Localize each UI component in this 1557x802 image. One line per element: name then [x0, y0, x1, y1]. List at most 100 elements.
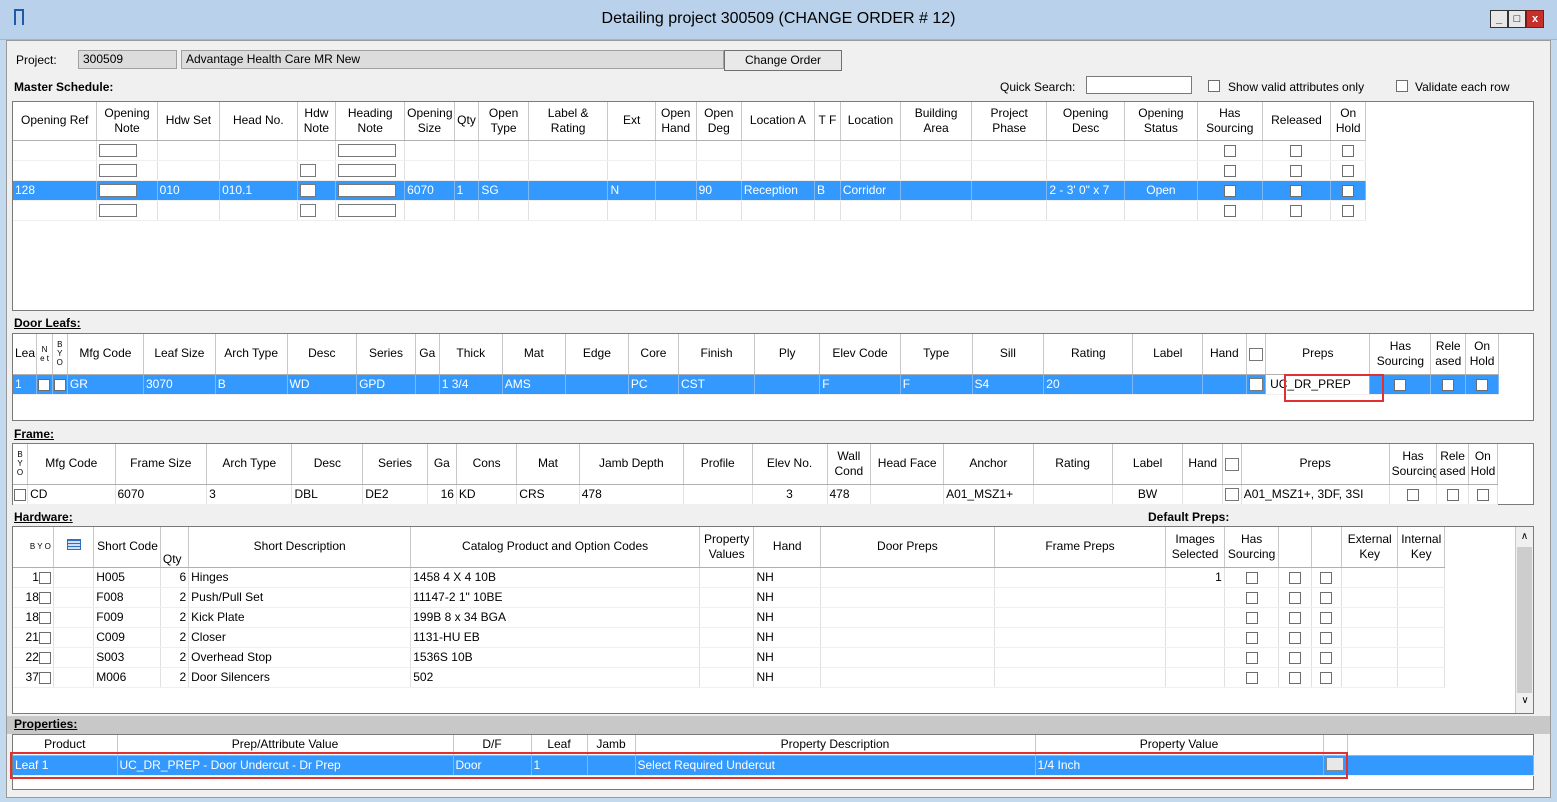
- col-head-face[interactable]: Head Face: [870, 444, 945, 485]
- col-location-a[interactable]: Location A: [741, 102, 816, 141]
- cell-qty[interactable]: 2: [160, 647, 190, 668]
- net-checkbox[interactable]: [38, 378, 51, 391]
- col-sill[interactable]: Sill: [972, 334, 1045, 375]
- col-on-hold[interactable]: On Hold: [1465, 334, 1499, 375]
- cell-catalog[interactable]: 11147-2 1" 10BE: [410, 587, 700, 608]
- cell-tf[interactable]: B: [814, 180, 841, 201]
- cell-qty[interactable]: 2: [160, 607, 190, 628]
- note-icon[interactable]: [1225, 488, 1240, 502]
- col-check-a[interactable]: [1278, 527, 1312, 568]
- on-hold-checkbox[interactable]: [1476, 488, 1489, 501]
- hardware-row[interactable]: 18 F009 2 Kick Plate 199B 8 x 34 BGA NH: [13, 607, 1445, 628]
- col-lea[interactable]: Lea: [13, 334, 38, 375]
- has-sourcing-checkbox[interactable]: [1223, 204, 1236, 217]
- cell-status[interactable]: Open: [1124, 180, 1199, 201]
- has-sourcing-checkbox[interactable]: [1223, 184, 1236, 197]
- cell-description[interactable]: Door Silencers: [188, 667, 412, 688]
- checkbox[interactable]: [1289, 671, 1301, 684]
- cell-lea[interactable]: 1: [13, 374, 38, 395]
- validate-row-checkbox[interactable]: [1396, 80, 1408, 92]
- project-name-field[interactable]: Advantage Health Care MR New: [181, 50, 724, 69]
- col-mfg-code[interactable]: Mfg Code: [27, 444, 116, 485]
- frame-row[interactable]: CD 6070 3 DBL DE2 16 KD CRS 478 3 478 A0…: [13, 484, 1499, 505]
- col-mfg-code[interactable]: Mfg Code: [67, 334, 144, 375]
- cell-arch[interactable]: B: [215, 374, 288, 395]
- col-external-key[interactable]: External Key: [1341, 527, 1399, 568]
- note-icon[interactable]: [99, 184, 138, 198]
- col-frame-size[interactable]: Frame Size: [115, 444, 208, 485]
- cell-hand[interactable]: NH: [753, 607, 822, 628]
- byo-checkbox[interactable]: [38, 611, 51, 624]
- on-hold-checkbox[interactable]: [1342, 164, 1355, 177]
- released-checkbox[interactable]: [1446, 488, 1459, 501]
- col-hand[interactable]: Hand: [1202, 334, 1247, 375]
- cell-ga[interactable]: 16: [427, 484, 457, 505]
- col-preps[interactable]: Preps: [1241, 444, 1390, 485]
- note-icon[interactable]: [1248, 378, 1263, 392]
- cell-hand[interactable]: NH: [753, 667, 822, 688]
- checkbox[interactable]: [1320, 611, 1333, 624]
- cell-description[interactable]: Push/Pull Set: [188, 587, 412, 608]
- has-sourcing-checkbox[interactable]: [1245, 631, 1258, 644]
- note-icon[interactable]: [99, 144, 138, 158]
- cell-hand[interactable]: NH: [753, 627, 822, 648]
- col-arch-type[interactable]: Arch Type: [215, 334, 288, 375]
- hardware-scrollbar[interactable]: ∧ ∨: [1515, 527, 1533, 713]
- col-mat[interactable]: Mat: [516, 444, 580, 485]
- hardware-row[interactable]: 21 C009 2 Closer 1131-HU EB NH: [13, 627, 1445, 648]
- note-icon[interactable]: [338, 184, 397, 198]
- cell-description[interactable]: Kick Plate: [188, 607, 412, 628]
- col-images-selected[interactable]: Images Selected: [1165, 527, 1225, 568]
- col-open-deg[interactable]: Open Deg: [696, 102, 742, 141]
- hardware-row[interactable]: 22 S003 2 Overhead Stop 1536S 10B NH: [13, 647, 1445, 668]
- checkbox[interactable]: [1320, 671, 1333, 684]
- col-frame-preps[interactable]: Frame Preps: [994, 527, 1167, 568]
- col-note[interactable]: [1246, 334, 1267, 375]
- cell-core[interactable]: PC: [628, 374, 679, 395]
- col-elev-code[interactable]: Elev Code: [819, 334, 901, 375]
- released-checkbox[interactable]: [1442, 378, 1455, 391]
- cell-description[interactable]: Overhead Stop: [188, 647, 412, 668]
- on-hold-checkbox[interactable]: [1342, 184, 1355, 197]
- col-released[interactable]: Released: [1262, 102, 1332, 141]
- col-label[interactable]: Label: [1112, 444, 1184, 485]
- master-row[interactable]: [13, 140, 1366, 161]
- on-hold-checkbox[interactable]: [1342, 144, 1355, 157]
- note-icon[interactable]: [99, 204, 138, 218]
- has-sourcing-checkbox[interactable]: [1223, 164, 1236, 177]
- col-wall-cond[interactable]: Wall Cond: [827, 444, 872, 485]
- col-on-hold[interactable]: On Hold: [1330, 102, 1366, 141]
- col-opening-ref[interactable]: Opening Ref: [13, 102, 98, 141]
- project-number-field[interactable]: 300509: [78, 50, 177, 69]
- col-ga[interactable]: Ga: [427, 444, 457, 485]
- note-icon[interactable]: [338, 164, 397, 178]
- col-profile[interactable]: Profile: [683, 444, 753, 485]
- cell-ref[interactable]: 128: [13, 180, 98, 201]
- col-byo[interactable]: B Y O: [52, 334, 68, 375]
- col-rating[interactable]: Rating: [1043, 334, 1134, 375]
- col-note[interactable]: [1222, 444, 1242, 485]
- checkbox[interactable]: [1320, 651, 1333, 664]
- col-has-sourcing[interactable]: Has Sourcing: [1389, 444, 1438, 485]
- cell-qty[interactable]: 2: [160, 627, 190, 648]
- col-qty[interactable]: Qty: [454, 102, 480, 141]
- leaf-row-selected[interactable]: 1 GR 3070 B WD GPD 1 3/4 AMS PC CST F F …: [13, 374, 1499, 395]
- cell-size[interactable]: 6070: [404, 180, 455, 201]
- note-icon[interactable]: [338, 144, 397, 158]
- col-finish[interactable]: Finish: [678, 334, 756, 375]
- cell-short-code[interactable]: M006: [93, 667, 161, 688]
- col-ga[interactable]: Ga: [415, 334, 440, 375]
- hardware-row[interactable]: 18 F008 2 Push/Pull Set 11147-2 1" 10BE NH: [13, 587, 1445, 608]
- cell-hand[interactable]: NH: [753, 567, 822, 588]
- cell-catalog[interactable]: 1458 4 X 4 10B: [410, 567, 700, 588]
- col-label[interactable]: Label: [1132, 334, 1204, 375]
- cell-type[interactable]: F: [900, 374, 973, 395]
- col-hdw-note[interactable]: Hdw Note: [297, 102, 337, 141]
- col-grid-icon[interactable]: [53, 527, 95, 568]
- cell-preps[interactable]: A01_MSZ1+, 3DF, 3SI: [1241, 484, 1390, 505]
- byo-checkbox[interactable]: [38, 591, 51, 604]
- cell-thick[interactable]: 1 3/4: [439, 374, 503, 395]
- cell-description[interactable]: Hinges: [188, 567, 412, 588]
- checkbox[interactable]: [1289, 571, 1301, 584]
- has-sourcing-checkbox[interactable]: [1245, 591, 1258, 604]
